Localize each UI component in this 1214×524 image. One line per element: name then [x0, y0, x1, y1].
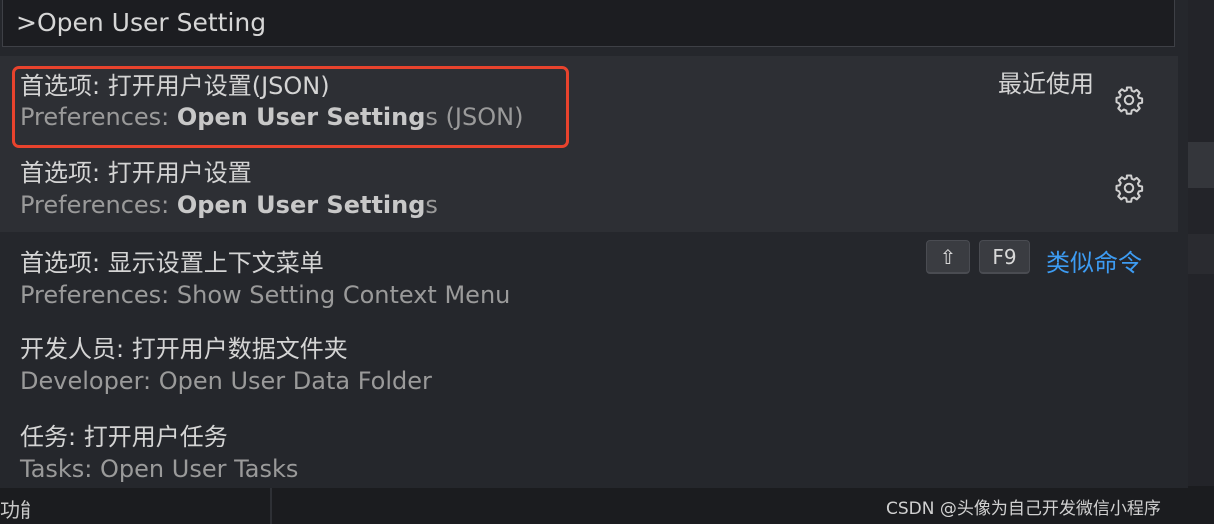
list-item-open-user-data-folder[interactable]: 开发人员: 打开用户数据文件夹 Developer: Open User Dat… — [0, 320, 1178, 408]
screen: 功能 >Open User Setting 首选项: 打开用户设置(JSON) … — [0, 0, 1214, 524]
editor-line — [1188, 234, 1214, 274]
item-title: 任务: 打开用户任务 — [20, 423, 228, 451]
list-item-show-setting-context-menu[interactable]: 首选项: 显示设置上下文菜单 Preferences: Show Setting… — [0, 234, 1178, 320]
command-input[interactable]: >Open User Setting — [2, 0, 1175, 47]
list-item-open-user-tasks[interactable]: 任务: 打开用户任务 Tasks: Open User Tasks — [0, 408, 1178, 488]
panel-divider — [270, 486, 272, 524]
item-detail: Tasks: Open User Tasks — [20, 455, 299, 483]
editor-background — [1188, 0, 1214, 524]
list-item-open-user-settings[interactable]: 首选项: 打开用户设置 Preferences: Open User Setti… — [0, 142, 1178, 232]
command-input-value[interactable]: >Open User Setting — [16, 8, 266, 37]
item-title: 首选项: 打开用户设置 — [20, 159, 252, 187]
annotation-highlight-box — [12, 66, 569, 148]
background-text-fragment: 功能 — [0, 498, 30, 522]
item-detail: Developer: Open User Data Folder — [20, 367, 432, 395]
recently-used-badge: 最近使用 — [998, 70, 1094, 98]
item-title: 首选项: 显示设置上下文菜单 — [20, 249, 324, 277]
item-detail: Preferences: Show Setting Context Menu — [20, 281, 511, 309]
similar-commands-label: 类似命令 — [1046, 249, 1142, 277]
gear-icon[interactable] — [1114, 85, 1144, 115]
gear-icon[interactable] — [1114, 173, 1144, 203]
item-title: 开发人员: 打开用户数据文件夹 — [20, 335, 348, 363]
item-detail: Preferences: Open User Settings — [20, 191, 438, 219]
f9-keybinding: F9 — [979, 240, 1030, 274]
editor-line-highlight — [1188, 142, 1214, 188]
watermark: CSDN @头像为自己开发微信小程序 — [886, 499, 1161, 519]
shift-key-icon: ⇧ — [926, 240, 970, 274]
